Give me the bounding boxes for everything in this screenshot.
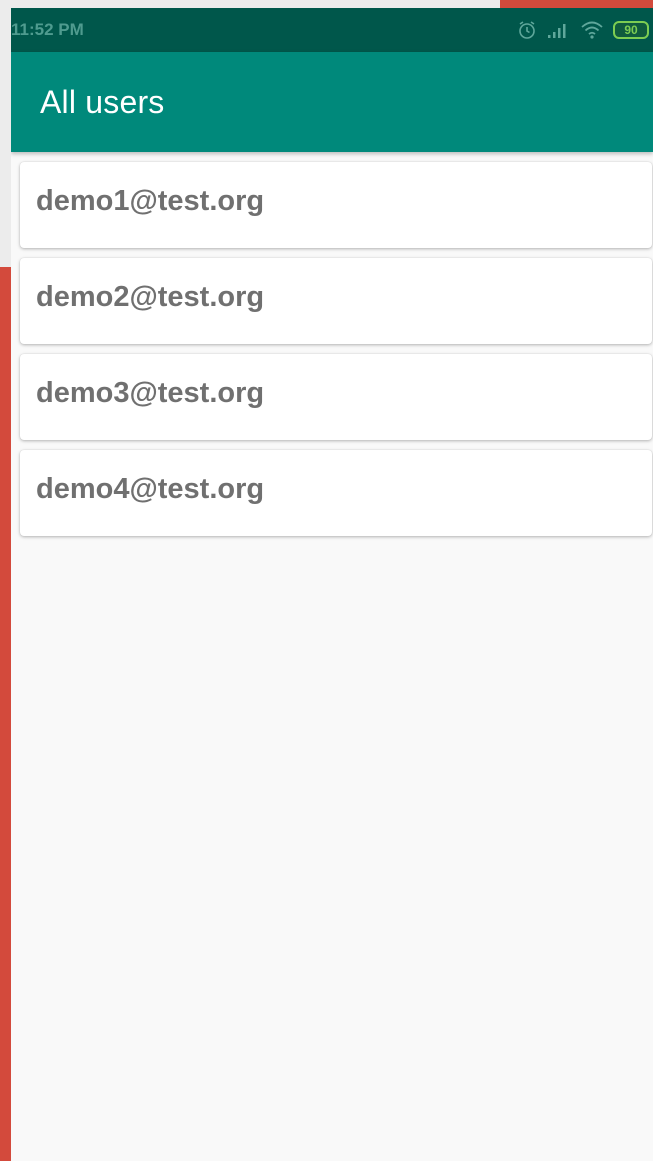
app-bar: All users <box>11 52 653 152</box>
user-email: demo1@test.org <box>36 185 265 217</box>
user-email: demo3@test.org <box>36 377 265 409</box>
page-title: All users <box>40 83 165 120</box>
signal-icon <box>547 22 571 38</box>
wifi-icon <box>581 21 603 39</box>
status-icons: 90 <box>517 20 649 40</box>
alarm-icon <box>517 20 537 40</box>
user-email: demo4@test.org <box>36 473 265 505</box>
battery-icon: 90 <box>613 21 649 39</box>
user-list: demo1@test.org demo2@test.org demo3@test… <box>11 152 653 536</box>
status-time: 11:52 PM <box>11 20 84 39</box>
app-screen: 11:52 PM 90 All users demo1@test.org dem… <box>11 8 653 1161</box>
user-list-item[interactable]: demo4@test.org <box>20 450 652 536</box>
user-list-item[interactable]: demo1@test.org <box>20 162 652 248</box>
user-email: demo2@test.org <box>36 281 265 313</box>
user-list-item[interactable]: demo3@test.org <box>20 354 652 440</box>
status-bar: 11:52 PM 90 <box>11 8 653 52</box>
battery-level: 90 <box>613 21 649 39</box>
user-list-item[interactable]: demo2@test.org <box>20 258 652 344</box>
